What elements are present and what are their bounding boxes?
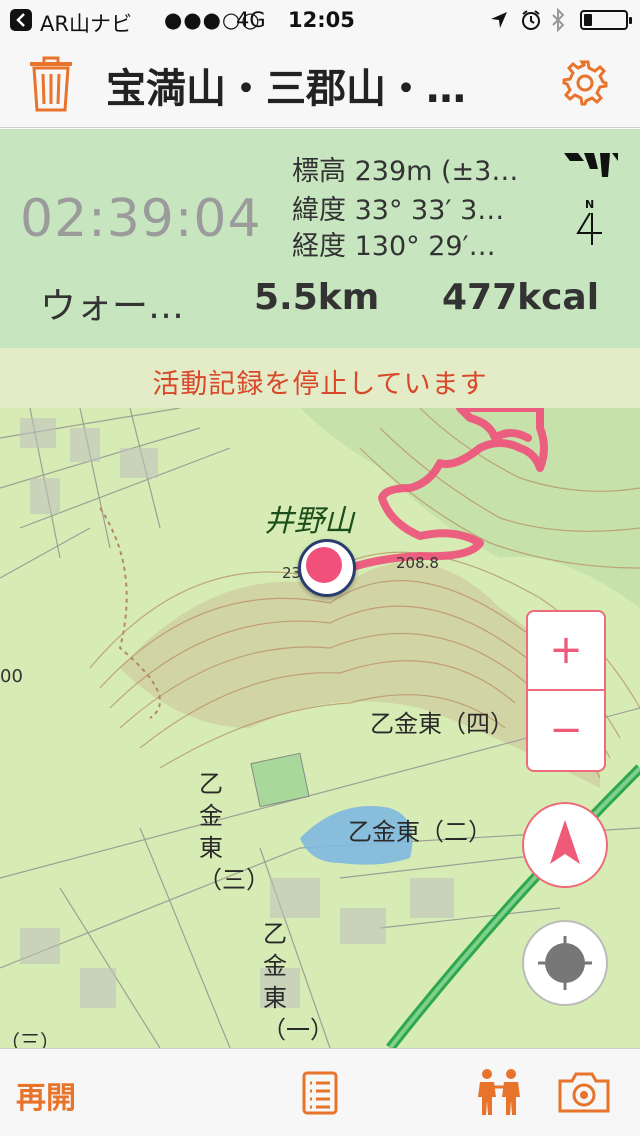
latitude-readout: 緯度 33° 33′ 3… [292, 195, 505, 226]
back-to-app-icon[interactable] [10, 9, 32, 31]
distance-value: 5.5km [254, 277, 380, 318]
list-icon[interactable] [302, 1071, 338, 1119]
resume-button[interactable]: 再開 [16, 1073, 76, 1117]
navigate-button[interactable] [522, 802, 608, 888]
topographic-map[interactable]: 井野山 23 208.8 乙金東（四） 乙金東（二） 乙金東（三） 乙金東（一）… [0, 408, 640, 1048]
elevation-mark: 208.8 [396, 554, 439, 572]
zoom-control: + − [526, 610, 606, 772]
elapsed-timer: 02:39:04 [20, 189, 262, 249]
navigation-bar: 宝満山・三郡山・… [0, 40, 640, 128]
people-icon[interactable] [474, 1067, 524, 1121]
trash-icon[interactable] [28, 56, 74, 112]
place-label: （三） [0, 1030, 60, 1048]
recenter-button[interactable] [522, 920, 608, 1006]
current-location-dot [306, 547, 342, 583]
compass-north-icon: N [574, 197, 606, 247]
back-app-label[interactable]: AR山ナビ [40, 8, 132, 38]
peak-name-label: 井野山 [264, 504, 354, 539]
network-type: 4G [236, 8, 266, 32]
longitude-readout: 経度 130° 29′… [292, 231, 496, 262]
battery-icon [580, 10, 632, 30]
elevation-mark: 00 [0, 666, 23, 687]
place-label: 乙金東（一） [262, 920, 334, 1044]
gear-icon[interactable] [560, 58, 610, 108]
bluetooth-icon [550, 7, 566, 37]
page-title: 宝満山・三郡山・… [106, 66, 466, 112]
elevation-readout: 標高 239m (±3… [292, 156, 519, 187]
place-label: 乙金東（三） [198, 770, 270, 894]
location-arrow-icon [490, 10, 508, 34]
status-time: 12:05 [288, 8, 355, 32]
crosshair-icon [538, 936, 592, 990]
place-label: 乙金東（二） [348, 818, 492, 846]
activity-info-panel: 02:39:04 標高 239m (±3… 緯度 33° 33′ 3… 経度 1… [0, 129, 640, 348]
banner-message: 活動記録を停止しています [152, 369, 488, 400]
battery-level [584, 14, 592, 26]
status-banner: 活動記録を停止しています [0, 348, 640, 408]
current-location-marker[interactable] [298, 539, 356, 597]
zoom-in-button[interactable]: + [528, 612, 604, 691]
gps-accuracy-icon [562, 151, 618, 181]
alarm-icon [520, 9, 542, 36]
activity-type[interactable]: ウォー… [40, 277, 184, 329]
compass-label: N [585, 198, 594, 211]
status-bar: AR山ナビ ●●●○○ 4G 12:05 [0, 0, 640, 40]
zoom-out-button[interactable]: − [528, 692, 604, 771]
camera-icon[interactable] [558, 1071, 610, 1117]
place-label: 乙金東（四） [370, 710, 514, 738]
calories-value: 477kcal [442, 277, 600, 318]
bottom-toolbar: 再開 [0, 1048, 640, 1136]
navigation-arrow-icon [550, 820, 580, 864]
